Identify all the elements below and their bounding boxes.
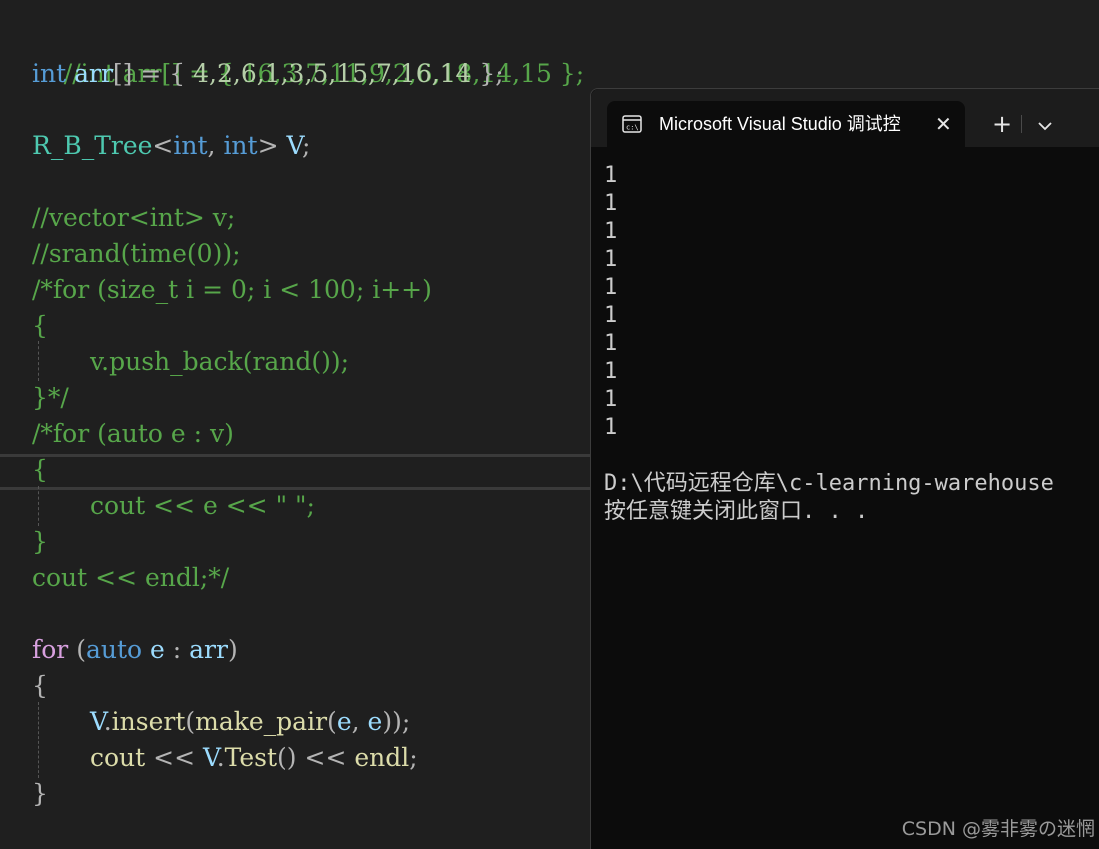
code-line[interactable]: cout << endl;*/	[32, 560, 229, 596]
code-number: 4,2,6,1,3,5,15,7,16,14	[193, 59, 472, 88]
output-line: 1	[604, 303, 618, 328]
code-punctuation: ));	[382, 707, 411, 736]
prompt-line: 按任意键关闭此窗口. . .	[604, 499, 869, 524]
code-line[interactable]: cout << e << " ";	[32, 488, 315, 524]
code-punctuation: )	[227, 635, 238, 664]
code-type: R_B_Tree	[32, 131, 153, 160]
code-line[interactable]: for (auto e : arr)	[32, 632, 238, 668]
code-punctuation: .	[103, 707, 112, 736]
path-line: D:\代码远程仓库\c-learning-warehouse	[604, 471, 1054, 496]
code-line[interactable]: //srand(time(0));	[32, 236, 241, 272]
terminal-tab-bar: c:\ Microsoft Visual Studio 调试控 ✕ +	[591, 89, 1099, 147]
code-keyword: auto	[85, 635, 143, 664]
code-line[interactable]: }*/	[32, 380, 69, 416]
output-line: 1	[604, 219, 618, 244]
code-punctuation: >	[257, 131, 287, 160]
code-identifier: e	[336, 707, 352, 736]
code-punctuation: ,	[351, 707, 368, 736]
code-line[interactable]: {	[32, 668, 48, 704]
tab-separator	[1021, 115, 1022, 133]
code-punctuation: (	[185, 707, 196, 736]
code-comment: //srand(time(0));	[32, 239, 241, 268]
code-punctuation: () <<	[277, 743, 355, 772]
code-line[interactable]: //int arr[] = { 16,3,7,11,9,2,6,18,14,15…	[32, 20, 584, 88]
console-window-icon: c:\	[622, 115, 642, 133]
code-line[interactable]: {	[32, 452, 48, 488]
code-line[interactable]: V.insert(make_pair(e, e));	[32, 704, 410, 740]
code-comment: cout << e << " ";	[90, 491, 315, 520]
code-identifier: endl	[354, 743, 410, 772]
output-line: 1	[604, 359, 618, 384]
output-line: 1	[604, 415, 618, 440]
terminal-window[interactable]: c:\ Microsoft Visual Studio 调试控 ✕ + 1 1 …	[590, 88, 1099, 849]
code-line[interactable]: //vector<int> v;	[32, 200, 235, 236]
code-comment: }	[32, 527, 48, 556]
code-punctuation: (	[68, 635, 86, 664]
code-identifier: e	[150, 635, 165, 664]
svg-text:c:\: c:\	[626, 124, 639, 132]
new-tab-button[interactable]: +	[987, 101, 1017, 147]
code-identifier: arr	[189, 635, 228, 664]
code-line[interactable]: }	[32, 524, 48, 560]
code-comment: /*for (size_t i = 0; i < 100; i++)	[32, 275, 432, 304]
code-punctuation: <<	[145, 743, 203, 772]
code-identifier: e	[367, 707, 383, 736]
watermark: CSDN @雾非雾の迷惘	[901, 818, 1095, 840]
code-line[interactable]: v.push_back(rand());	[32, 344, 349, 380]
code-comment: v.push_back(rand());	[90, 347, 350, 376]
code-comment: {	[32, 311, 48, 340]
code-line[interactable]: R_B_Tree<int, int> V;	[32, 128, 310, 164]
terminal-tab[interactable]: c:\ Microsoft Visual Studio 调试控 ✕	[607, 101, 965, 147]
code-punctuation: };	[471, 59, 504, 88]
code-identifier: cout	[90, 743, 146, 772]
code-line[interactable]: /*for (size_t i = 0; i < 100; i++)	[32, 272, 432, 308]
code-comment: }*/	[32, 383, 69, 412]
code-keyword: int	[223, 131, 258, 160]
chevron-down-icon[interactable]	[1033, 117, 1057, 135]
code-comment: cout << endl;*/	[32, 563, 230, 592]
terminal-tab-title: Microsoft Visual Studio 调试控	[659, 114, 901, 134]
code-line[interactable]: int arr[] = { 4,2,6,1,3,5,15,7,16,14 };	[32, 56, 504, 92]
code-punctuation: :	[164, 635, 190, 664]
code-identifier: arr	[74, 59, 113, 88]
code-identifier: V	[286, 131, 303, 160]
output-line: 1	[604, 387, 618, 412]
output-line: 1	[604, 247, 618, 272]
output-line: 1	[604, 275, 618, 300]
code-comment: /*for (auto e : v)	[32, 419, 234, 448]
code-function: insert	[111, 707, 186, 736]
code-keyword: for	[32, 635, 69, 664]
code-punctuation: .	[216, 743, 225, 772]
code-line[interactable]: /*for (auto e : v)	[32, 416, 234, 452]
code-line[interactable]: {	[32, 308, 48, 344]
code-punctuation: ;	[409, 743, 418, 772]
code-line[interactable]: cout << V.Test() << endl;	[32, 740, 418, 776]
code-line[interactable]: }	[32, 776, 48, 812]
code-identifier: V	[90, 707, 104, 736]
code-identifier: V	[203, 743, 217, 772]
output-line: 1	[604, 331, 618, 356]
code-keyword: int	[173, 131, 208, 160]
current-line-highlight	[0, 454, 592, 490]
output-line: 1	[604, 163, 618, 188]
code-punctuation: [] = {	[112, 59, 194, 88]
output-line: 1	[604, 191, 618, 216]
code-punctuation: (	[327, 707, 337, 736]
code-punctuation: {	[32, 671, 48, 700]
code-comment: //vector<int> v;	[32, 203, 236, 232]
close-icon[interactable]: ✕	[935, 101, 952, 147]
code-comment: {	[32, 455, 48, 484]
code-punctuation: <	[152, 131, 174, 160]
code-punctuation: }	[32, 779, 48, 808]
code-function: make_pair	[195, 707, 328, 736]
code-punctuation: ,	[207, 131, 224, 160]
code-keyword: int	[32, 59, 67, 88]
code-function: Test	[224, 743, 278, 772]
code-punctuation: ;	[302, 131, 311, 160]
